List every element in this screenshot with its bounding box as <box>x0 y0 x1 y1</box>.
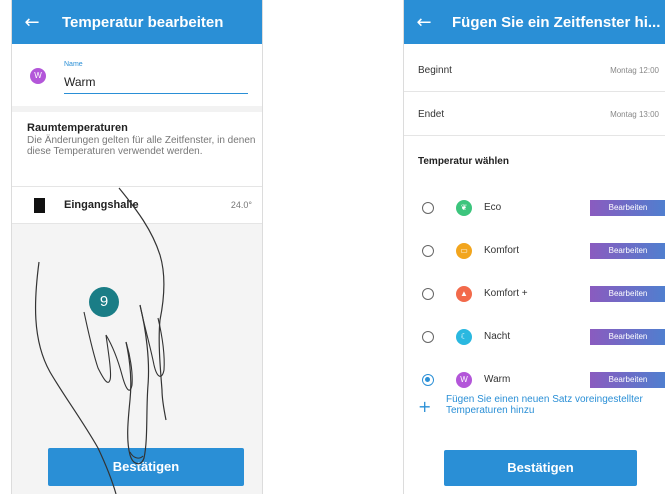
start-value: Montag 12:00 <box>610 66 659 75</box>
back-arrow-icon[interactable]: ← <box>404 12 444 33</box>
option-komfort[interactable]: ▭ Komfort Bearbeiten <box>404 232 665 275</box>
pointing-hand-icon <box>34 187 167 494</box>
add-preset-link[interactable]: Fügen Sie einen neuen Satz voreingestell… <box>446 394 664 416</box>
add-timeslot-screen: ← Fügen Sie ein Zeitfenster hi... Beginn… <box>403 0 665 494</box>
radio-button[interactable] <box>422 245 434 257</box>
moon-icon: ☾ <box>456 329 472 345</box>
edit-button[interactable]: Bearbeiten <box>590 200 665 216</box>
w-avatar-icon: W <box>456 372 472 388</box>
option-eco[interactable]: ❦ Eco Bearbeiten <box>404 189 665 232</box>
app-bar: ← Fügen Sie ein Zeitfenster hi... <box>404 0 665 44</box>
sofa-icon: ▭ <box>456 243 472 259</box>
start-row[interactable]: Beginnt Montag 12:00 <box>404 50 665 92</box>
end-row[interactable]: Endet Montag 13:00 <box>404 94 665 136</box>
edit-temperature-screen: ← Temperatur bearbeiten W Name Warm Raum… <box>11 0 263 494</box>
choose-temperature-heading: Temperatur wählen <box>418 156 509 167</box>
end-value: Montag 13:00 <box>610 110 659 119</box>
option-label: Eco <box>484 202 502 213</box>
radio-button[interactable] <box>422 202 434 214</box>
option-komfort-plus[interactable]: ▲ Komfort + Bearbeiten <box>404 275 665 318</box>
plus-icon: + <box>418 397 432 416</box>
edit-button[interactable]: Bearbeiten <box>590 372 665 388</box>
step-badge: 9 <box>89 287 119 317</box>
confirm-button[interactable]: Bestätigen <box>444 450 637 486</box>
radio-button-selected[interactable] <box>422 374 434 386</box>
edit-button[interactable]: Bearbeiten <box>590 243 665 259</box>
leaf-icon: ❦ <box>456 200 472 216</box>
option-label: Komfort <box>484 245 520 256</box>
option-label: Komfort + <box>484 288 528 299</box>
option-label: Warm <box>484 374 511 385</box>
radio-button[interactable] <box>422 331 434 343</box>
edit-button[interactable]: Bearbeiten <box>590 286 665 302</box>
edit-button[interactable]: Bearbeiten <box>590 329 665 345</box>
add-preset-row[interactable]: + Fügen Sie einen neuen Satz voreingeste… <box>404 390 665 450</box>
end-label: Endet <box>418 109 445 120</box>
option-label: Nacht <box>484 331 511 342</box>
flame-icon: ▲ <box>456 286 472 302</box>
option-nacht[interactable]: ☾ Nacht Bearbeiten <box>404 318 665 361</box>
start-label: Beginnt <box>418 65 452 76</box>
page-title: Fügen Sie ein Zeitfenster hi... <box>452 13 661 31</box>
radio-button[interactable] <box>422 288 434 300</box>
